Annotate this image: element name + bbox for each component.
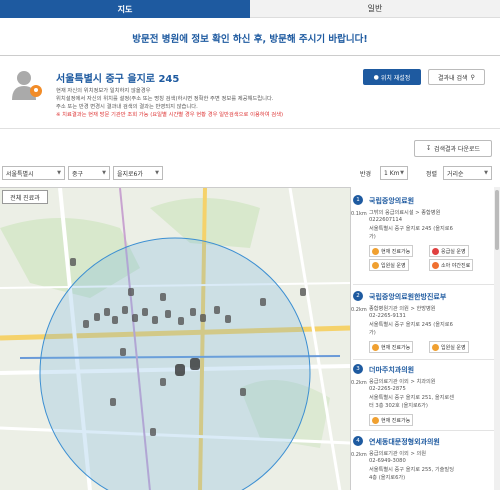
status-badge: 소아 야간진료 bbox=[429, 259, 474, 271]
filter-bar: 서울특별시 ▼ 중구 ▼ 을지로6가 ▼ 반경 1 Km ▼ 정렬 거리순 ▼ bbox=[0, 166, 500, 182]
map-pin-icon: ● bbox=[373, 73, 381, 81]
current-address: 서울특별시 중구 을지로 245 bbox=[56, 74, 180, 85]
notice-text: 방문전 병원에 정보 확인 하신 후, 방문해 주시기 바랍니다! bbox=[132, 34, 368, 45]
chevron-down-icon: ▼ bbox=[57, 170, 61, 176]
sido-select[interactable]: 서울특별시 ▼ bbox=[2, 166, 65, 180]
download-results-button[interactable]: ↧ 검색결과 다운로드 bbox=[414, 140, 492, 157]
location-info-line: 현재 자신의 위치정보가 일치하지 않을경우 bbox=[56, 88, 151, 94]
divider bbox=[0, 128, 500, 129]
reset-location-button[interactable]: ● 위치 재설정 bbox=[363, 69, 421, 85]
scrollbar[interactable] bbox=[494, 187, 500, 490]
status-badge: 입원실 운영 bbox=[369, 259, 409, 271]
chevron-down-icon: ▼ bbox=[102, 170, 106, 176]
status-badge: 입원실 운영 bbox=[429, 341, 469, 353]
sort-label: 정렬 bbox=[426, 171, 438, 178]
chevron-down-icon: ▼ bbox=[484, 170, 488, 176]
search-icon: ⚲ bbox=[470, 73, 475, 81]
tab-general[interactable]: 일반 bbox=[250, 0, 500, 18]
status-badge: 응급실 운영 bbox=[429, 245, 469, 257]
results-list[interactable]: 1 0.1km 국립중앙의료원 그밖의 응급의료시설 > 종합병원 022260… bbox=[350, 187, 500, 490]
radius-label: 반경 bbox=[360, 171, 372, 178]
tab-map[interactable]: 지도 bbox=[0, 0, 250, 18]
location-warning-line: ※ 치료결과는 현재 방문 기관만 조회 가능 (요일별 시간별 경우 현황 경… bbox=[56, 112, 284, 118]
status-badge: 현재 진료가능 bbox=[369, 245, 414, 257]
chevron-down-icon: ▼ bbox=[155, 170, 159, 176]
sigungu-select[interactable]: 중구 ▼ bbox=[68, 166, 110, 180]
map-filter-all-departments[interactable]: 전체 진료과 bbox=[2, 190, 48, 204]
map-canvas[interactable] bbox=[0, 188, 350, 490]
download-icon: ↧ bbox=[425, 145, 431, 152]
location-info-line: 주소 또는 반경 변경시 결과내 검색의 결과는 반영되지 않습니다. bbox=[56, 104, 198, 110]
radius-select[interactable]: 1 Km ▼ bbox=[380, 166, 408, 180]
chevron-down-icon: ▼ bbox=[400, 170, 404, 176]
status-badge: 현재 진료가능 bbox=[369, 414, 414, 426]
location-info-line: 위치설정에서 자신의 위치를 설정(주소 또는 명칭 검색)하시면 정확한 주변… bbox=[56, 96, 274, 102]
sort-select[interactable]: 거리순 ▼ bbox=[443, 166, 492, 180]
search-in-results-button[interactable]: 결과내 검색 ⚲ bbox=[428, 69, 485, 85]
map-view[interactable]: 전체 진료과 bbox=[0, 187, 350, 490]
dong-select[interactable]: 을지로6가 ▼ bbox=[113, 166, 163, 180]
status-badge: 현재 진료가능 bbox=[369, 341, 414, 353]
user-location-icon bbox=[12, 71, 42, 100]
